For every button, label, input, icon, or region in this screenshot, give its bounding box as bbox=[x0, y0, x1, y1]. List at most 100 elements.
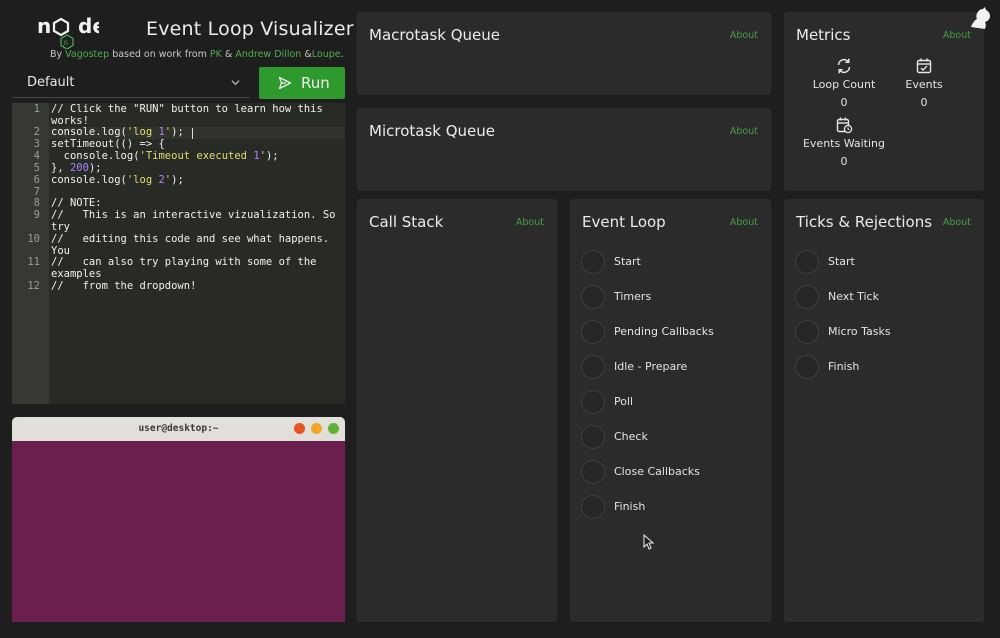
step-label: Start bbox=[828, 255, 855, 268]
event-loop-about-link[interactable]: About bbox=[730, 217, 758, 228]
byline-based: based on work from bbox=[112, 49, 207, 60]
metric-loop-count: Loop Count 0 bbox=[799, 57, 889, 109]
code-line: // editing this code and see what happen… bbox=[51, 233, 336, 257]
line-number: 10 bbox=[27, 233, 40, 245]
line-number: 8 bbox=[33, 197, 40, 209]
metrics-about-link[interactable]: About bbox=[943, 30, 971, 41]
call-stack-title: Call Stack bbox=[369, 213, 444, 231]
code-line: }, 200); bbox=[51, 162, 102, 174]
microtask-about-link[interactable]: About bbox=[730, 126, 758, 137]
metrics-panel: Metrics About Loop Count 0 Events 0 Even… bbox=[784, 12, 984, 191]
macrotask-queue-title: Macrotask Queue bbox=[369, 26, 501, 44]
microtask-queue-title: Microtask Queue bbox=[369, 122, 495, 140]
code-line: // from the dropdown! bbox=[51, 280, 197, 292]
metric-value: 0 bbox=[840, 96, 848, 109]
step-indicator-icon bbox=[795, 320, 819, 344]
step-indicator-icon bbox=[581, 250, 605, 274]
line-number: 3 bbox=[33, 138, 40, 150]
code-line: // This is an interactive vizualization.… bbox=[51, 209, 342, 233]
step-indicator-icon bbox=[581, 320, 605, 344]
macrotask-queue-panel: Macrotask Queue About bbox=[357, 12, 771, 95]
app-title: Event Loop Visualizer bbox=[146, 18, 354, 40]
step-label: Next Tick bbox=[828, 290, 879, 303]
terminal-titlebar: user@desktop:~ bbox=[12, 417, 345, 441]
line-number: 1 bbox=[33, 103, 40, 115]
call-stack-about-link[interactable]: About bbox=[516, 217, 544, 228]
step-indicator-icon bbox=[581, 495, 605, 519]
byline-amp-1: & bbox=[224, 49, 233, 60]
run-button[interactable]: Run bbox=[259, 67, 345, 99]
code-line: console.log('Timeout executed 1'); bbox=[51, 150, 279, 162]
example-select[interactable]: Default bbox=[12, 68, 250, 98]
line-number: 9 bbox=[33, 209, 40, 221]
call-stack-panel: Call Stack About bbox=[357, 199, 557, 622]
calendar-check-icon bbox=[916, 58, 932, 74]
byline: By Vagostep based on work from PK & Andr… bbox=[50, 49, 344, 60]
step-label: Close Callbacks bbox=[614, 465, 700, 478]
metrics-title: Metrics bbox=[796, 26, 851, 44]
author-link[interactable]: Vagostep bbox=[65, 49, 109, 60]
credit-link-loupe[interactable]: Loupe bbox=[312, 49, 341, 60]
step-label: Idle - Prepare bbox=[614, 360, 688, 373]
credit-link-pk[interactable]: PK bbox=[210, 49, 222, 60]
metric-value: 0 bbox=[840, 155, 848, 168]
code-line: // can also try playing with some of the… bbox=[51, 256, 323, 280]
ticks-rejections-title: Ticks & Rejections bbox=[796, 213, 933, 231]
line-number: 6 bbox=[33, 174, 40, 186]
step-indicator-icon bbox=[581, 425, 605, 449]
step-label: Finish bbox=[828, 360, 860, 373]
run-button-label: Run bbox=[301, 74, 330, 92]
step-indicator-icon bbox=[795, 250, 819, 274]
mouse-pointer-icon bbox=[643, 534, 655, 550]
microtask-queue-panel: Microtask Queue About bbox=[357, 108, 771, 191]
line-number: 5 bbox=[33, 162, 40, 174]
step-label: Start bbox=[614, 255, 641, 268]
line-number: 4 bbox=[33, 150, 40, 162]
metric-label: Events bbox=[905, 78, 943, 91]
ticks-about-link[interactable]: About bbox=[943, 217, 971, 228]
step-label: Check bbox=[614, 430, 648, 443]
byline-dot: . bbox=[340, 49, 344, 60]
close-dot-icon[interactable] bbox=[294, 423, 305, 434]
step-label: Poll bbox=[614, 395, 634, 408]
event-loop-panel: Event Loop About Start Timers Pending Ca… bbox=[570, 199, 771, 622]
svg-text:JS: JS bbox=[63, 41, 69, 47]
line-number: 2 bbox=[33, 126, 40, 138]
terminal-window: user@desktop:~ bbox=[12, 417, 345, 622]
app-header: n de JS Event Loop Visualizer By Vagoste… bbox=[0, 0, 357, 66]
step-label: Pending Callbacks bbox=[614, 325, 714, 338]
step-indicator-icon bbox=[581, 285, 605, 309]
metric-events: Events 0 bbox=[879, 57, 969, 109]
step-indicator-icon bbox=[581, 460, 605, 484]
github-corner-icon[interactable] bbox=[968, 5, 994, 31]
nodejs-logo: n de JS bbox=[37, 14, 99, 49]
step-label: Finish bbox=[614, 500, 646, 513]
credit-link-andrew-dillon[interactable]: Andrew Dillon bbox=[235, 49, 301, 60]
metric-label: Loop Count bbox=[812, 78, 876, 91]
step-indicator-icon bbox=[581, 390, 605, 414]
code-line: console.log('log 1'); bbox=[51, 126, 184, 138]
step-indicator-icon bbox=[581, 355, 605, 379]
calendar-clock-icon bbox=[836, 117, 853, 134]
code-editor[interactable]: 1 // Click the "RUN" button to learn how… bbox=[12, 103, 345, 404]
minimize-dot-icon[interactable] bbox=[311, 423, 322, 434]
step-label: Micro Tasks bbox=[828, 325, 891, 338]
code-line: // NOTE: bbox=[51, 197, 102, 209]
byline-by: By bbox=[50, 49, 63, 60]
metric-label: Events Waiting bbox=[802, 137, 886, 150]
example-select-value: Default bbox=[27, 75, 75, 90]
metric-value: 0 bbox=[920, 96, 928, 109]
macrotask-about-link[interactable]: About bbox=[730, 30, 758, 41]
code-line: console.log('log 2'); bbox=[51, 174, 184, 186]
line-number: 11 bbox=[27, 256, 40, 268]
line-number: 12 bbox=[27, 280, 40, 292]
step-indicator-icon bbox=[795, 285, 819, 309]
send-icon bbox=[278, 76, 292, 90]
step-label: Timers bbox=[614, 290, 652, 303]
code-line: setTimeout(() => { bbox=[51, 138, 165, 150]
step-indicator-icon bbox=[795, 355, 819, 379]
maximize-dot-icon[interactable] bbox=[328, 423, 339, 434]
svg-text:n: n bbox=[37, 14, 51, 38]
chevron-down-icon bbox=[231, 80, 240, 86]
refresh-icon bbox=[837, 58, 851, 74]
